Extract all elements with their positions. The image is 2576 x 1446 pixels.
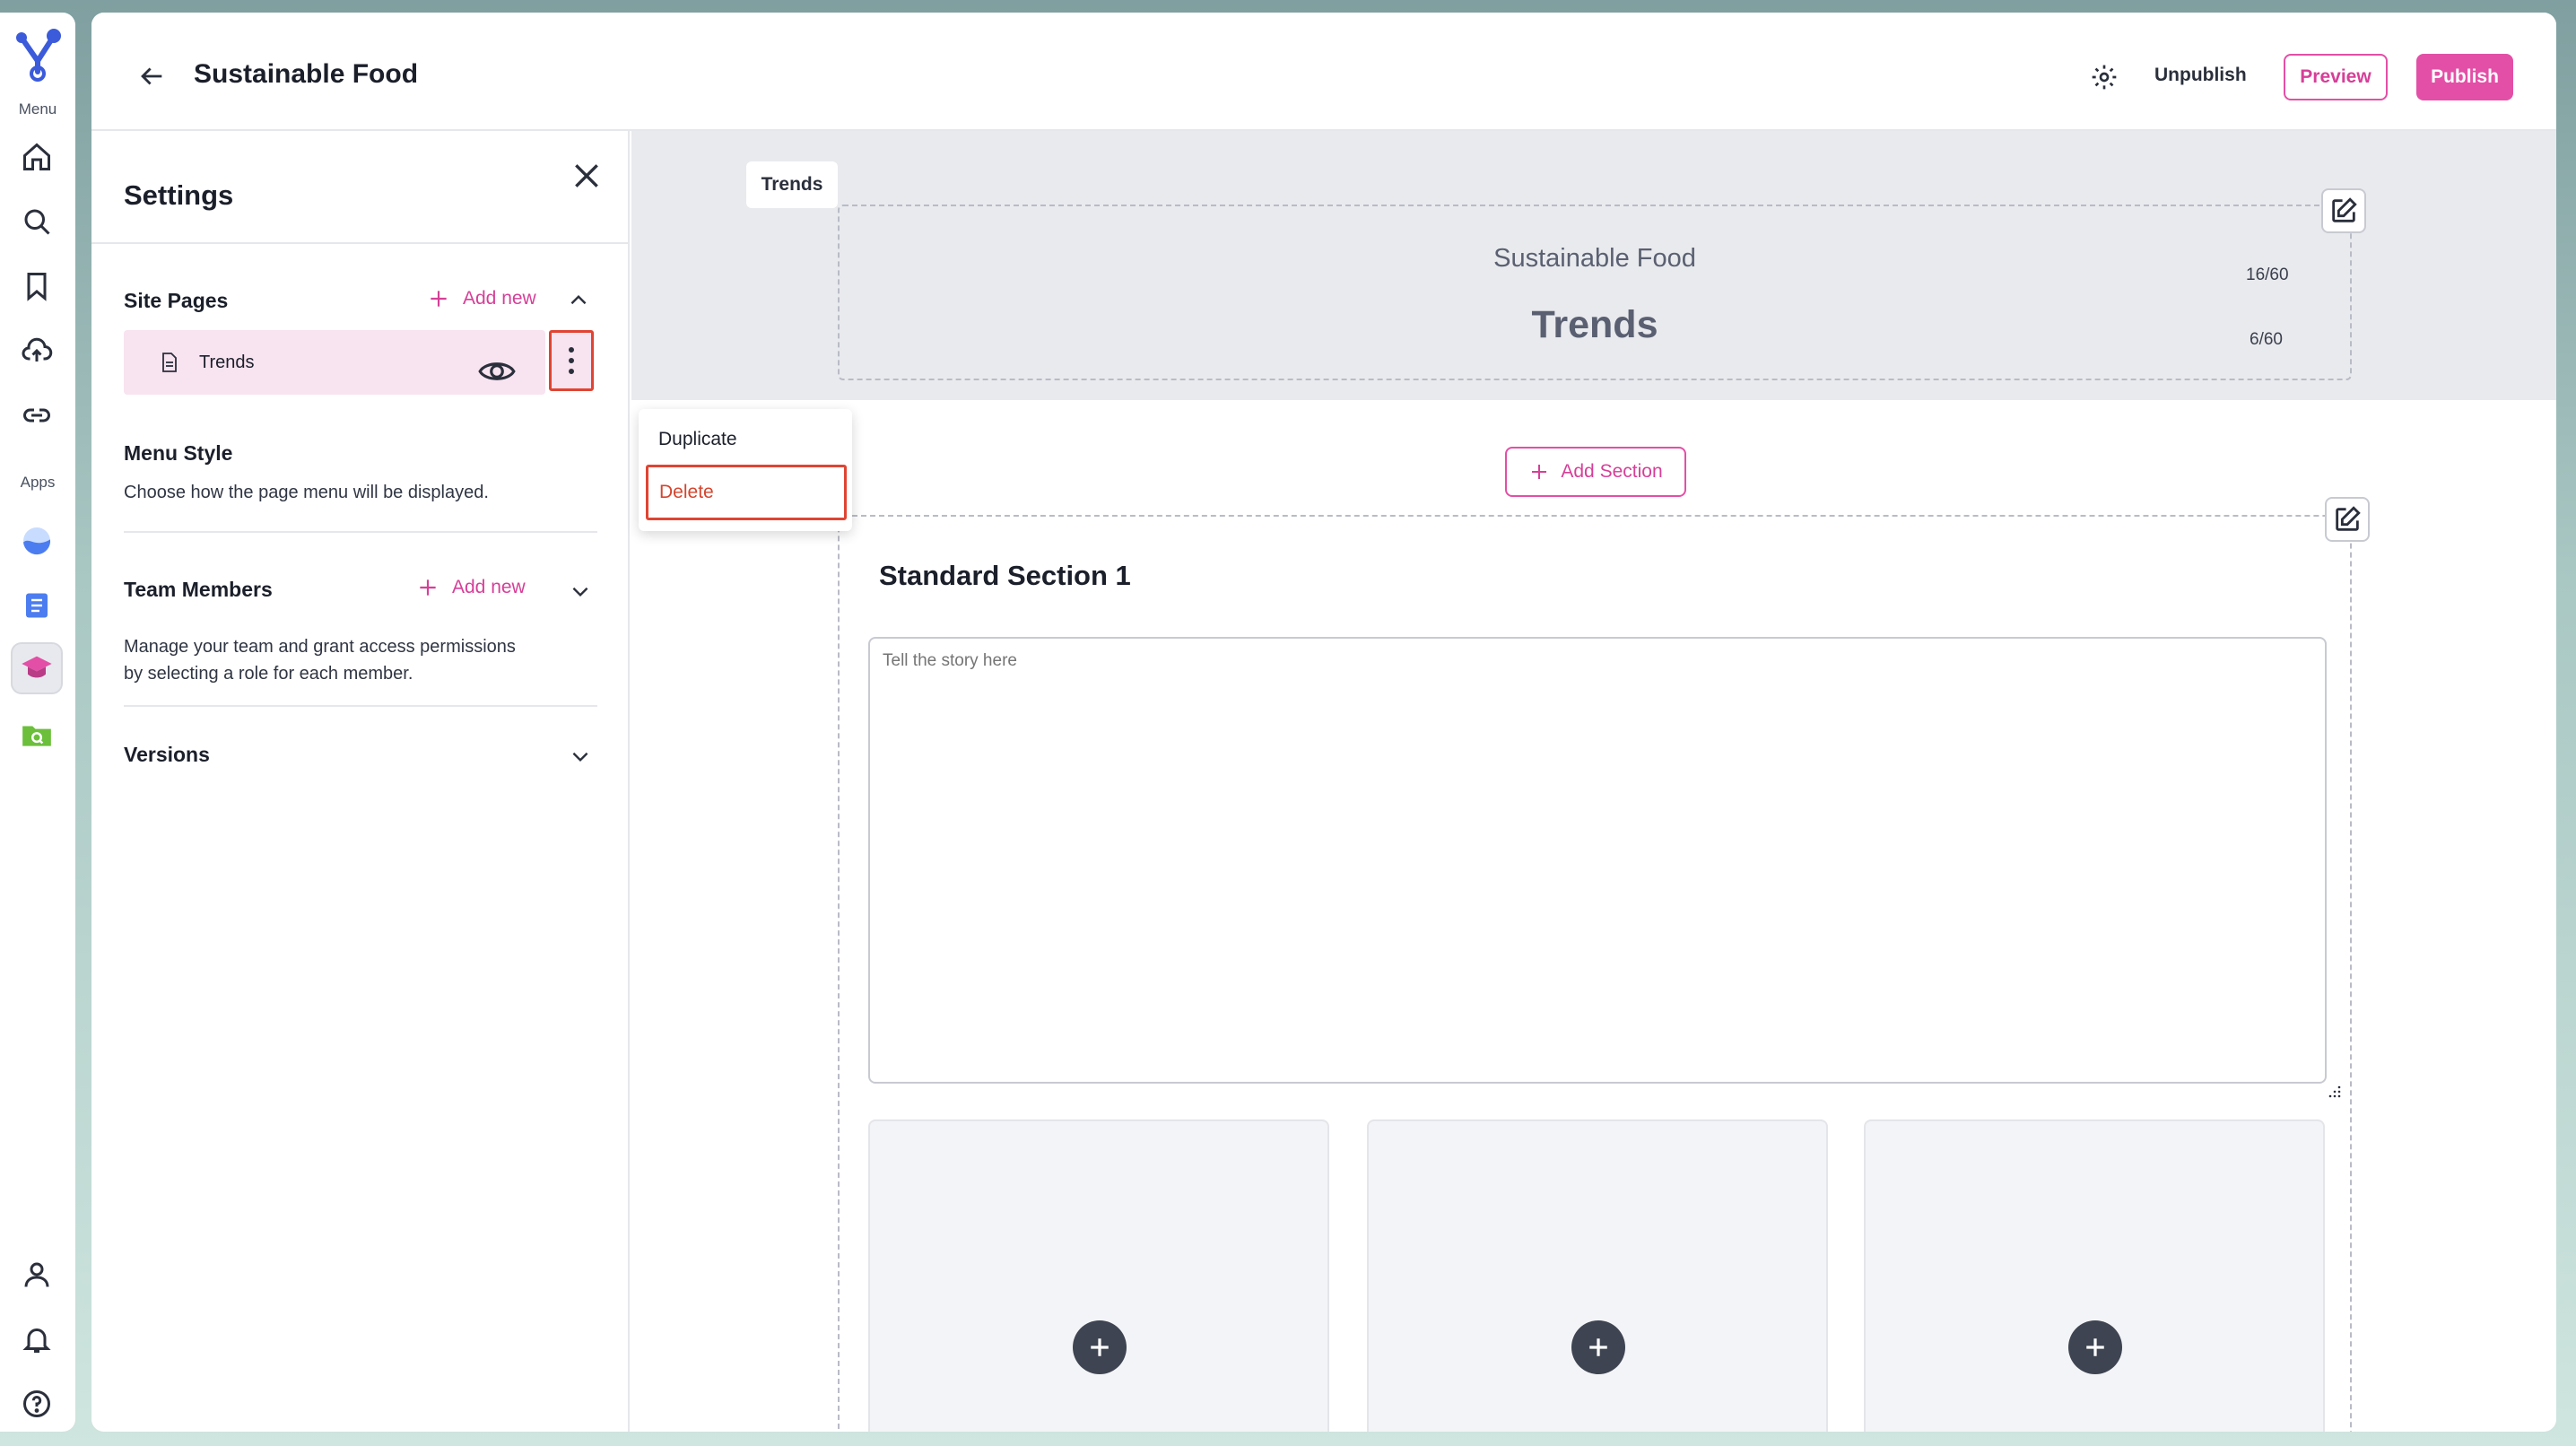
course-app-icon[interactable] xyxy=(11,642,63,694)
bookmark-icon[interactable] xyxy=(11,260,63,312)
app-rail: Menu Apps xyxy=(0,13,75,1432)
upload-cloud-icon[interactable] xyxy=(11,325,63,377)
settings-panel: Settings Site Pages Add new Trends Menu … xyxy=(91,131,630,1432)
top-bar: Sustainable Food Unpublish Preview Publi… xyxy=(91,13,2556,131)
hero-block[interactable]: Sustainable Food Trends 16/60 6/60 xyxy=(838,205,2352,380)
team-members-title: Team Members xyxy=(124,578,273,601)
home-icon[interactable] xyxy=(11,131,63,183)
gear-icon[interactable] xyxy=(2090,63,2119,91)
search-icon[interactable] xyxy=(11,196,63,248)
editor-window: Sustainable Food Unpublish Preview Publi… xyxy=(91,13,2556,1432)
section-divider xyxy=(124,531,597,533)
add-page-button[interactable]: Add new xyxy=(427,287,536,310)
link-icon[interactable] xyxy=(11,389,63,441)
edit-icon[interactable] xyxy=(2325,497,2370,542)
plus-icon xyxy=(431,291,447,307)
subtitle-char-count: 16/60 xyxy=(2246,266,2289,284)
folder-search-app-icon[interactable] xyxy=(11,709,63,761)
media-tile xyxy=(1367,1119,1828,1432)
media-tile xyxy=(1864,1119,2325,1432)
add-section-label: Add Section xyxy=(1561,461,1663,482)
hero-title[interactable]: Trends xyxy=(840,303,2350,347)
page-canvas: Trends Sustainable Food Trends 16/60 6/6… xyxy=(631,131,2556,1432)
team-members-description-1: Manage your team and grant access permis… xyxy=(124,637,516,657)
menu-label: Menu xyxy=(18,100,57,118)
eye-icon[interactable] xyxy=(477,357,517,386)
notes-app-icon[interactable] xyxy=(11,579,63,632)
user-icon[interactable] xyxy=(11,1249,63,1301)
site-page-label: Trends xyxy=(199,353,255,372)
page-header-band: Trends Sustainable Food Trends 16/60 6/6… xyxy=(631,131,2556,400)
site-pages-title: Site Pages xyxy=(124,289,229,312)
chevron-down-icon[interactable] xyxy=(569,745,592,768)
title-char-count: 6/60 xyxy=(2250,330,2283,349)
add-page-label: Add new xyxy=(463,288,536,309)
logo-icon[interactable] xyxy=(9,25,66,83)
help-icon[interactable] xyxy=(11,1378,63,1430)
section-divider xyxy=(124,705,597,707)
chevron-up-icon[interactable] xyxy=(567,289,590,312)
add-section-button[interactable]: Add Section xyxy=(1505,447,1686,497)
add-media-icon[interactable] xyxy=(2068,1320,2122,1374)
story-textarea[interactable] xyxy=(868,637,2327,1084)
team-members-description-2: by selecting a role for each member. xyxy=(124,664,413,684)
versions-title: Versions xyxy=(124,743,210,766)
add-media-icon[interactable] xyxy=(1073,1320,1127,1374)
unpublish-button[interactable]: Unpublish xyxy=(2154,65,2247,86)
preview-button[interactable]: Preview xyxy=(2284,54,2388,100)
wave-app-icon[interactable] xyxy=(11,515,63,567)
add-member-label: Add new xyxy=(452,577,526,597)
page-title: Sustainable Food xyxy=(194,59,419,89)
bell-icon[interactable] xyxy=(11,1313,63,1365)
publish-button[interactable]: Publish xyxy=(2416,54,2513,100)
tab-trends[interactable]: Trends xyxy=(746,161,838,208)
media-tile xyxy=(868,1119,1329,1432)
duplicate-menu-item[interactable]: Duplicate xyxy=(658,429,737,450)
standard-section: Standard Section 1 xyxy=(838,515,2352,1432)
resize-grip-icon[interactable] xyxy=(2328,1085,2341,1098)
chevron-down-icon[interactable] xyxy=(569,579,592,603)
more-options-icon[interactable] xyxy=(549,330,594,391)
page-options-menu: Duplicate Delete xyxy=(639,409,852,531)
settings-divider xyxy=(91,242,630,244)
document-icon xyxy=(160,352,179,373)
settings-title: Settings xyxy=(124,179,234,211)
delete-menu-item[interactable]: Delete xyxy=(646,465,847,520)
back-arrow-icon[interactable] xyxy=(136,61,167,91)
apps-label: Apps xyxy=(20,474,56,491)
add-media-icon[interactable] xyxy=(1571,1320,1625,1374)
plus-icon xyxy=(420,579,436,596)
section-title[interactable]: Standard Section 1 xyxy=(879,560,1131,592)
hero-subtitle[interactable]: Sustainable Food xyxy=(840,244,2350,274)
menu-style-title: Menu Style xyxy=(124,441,233,465)
plus-icon xyxy=(1532,465,1547,479)
add-member-button[interactable]: Add new xyxy=(416,576,526,599)
menu-style-description: Choose how the page menu will be display… xyxy=(124,483,489,502)
close-icon[interactable] xyxy=(569,158,605,194)
edit-icon[interactable] xyxy=(2321,188,2366,233)
